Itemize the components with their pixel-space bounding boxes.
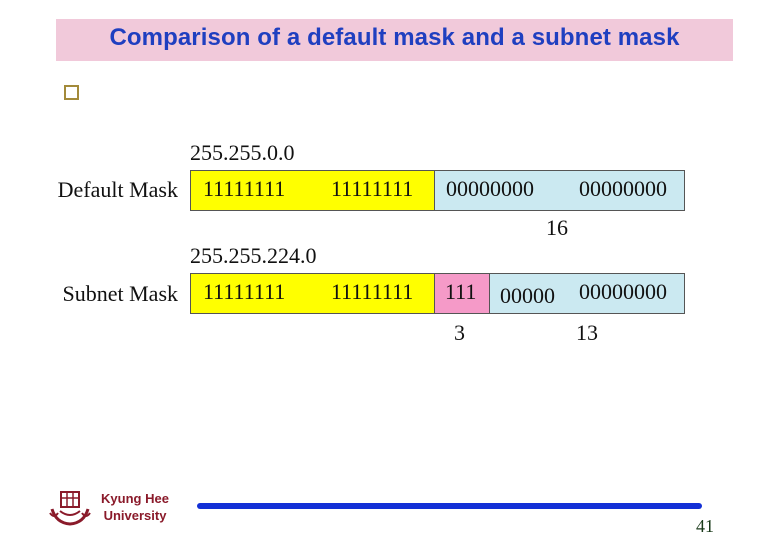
footer-divider-bar (197, 503, 702, 509)
subnet-host-bits: 00000 00000000 (489, 274, 684, 313)
default-octet-3: 00000000 (446, 176, 534, 201)
default-octet-4: 00000000 (579, 176, 667, 201)
subnet-octet-3-host-part: 00000 (500, 283, 555, 308)
subnet-mask-bits: 11111111 11111111 111 00000 00000000 (190, 273, 685, 314)
subnet-mask-label: Subnet Mask (62, 281, 179, 306)
subnet-octet-4: 00000000 (579, 279, 667, 304)
page-number: 41 (696, 516, 714, 536)
subnet-host-bit-count: 13 (576, 320, 598, 345)
subnet-network-bits: 11111111 11111111 (191, 274, 434, 313)
default-octet-2: 11111111 (331, 176, 414, 201)
university-name: Kyung Hee University (96, 490, 174, 524)
subnet-octet-1: 11111111 (203, 279, 286, 304)
slide-title: Comparison of a default mask and a subne… (109, 24, 680, 51)
subnet-bits: 111 (434, 274, 489, 313)
subnet-mask-dotted-decimal: 255.255.224.0 (190, 243, 317, 268)
subnet-octet-3-subnet-part: 111 (445, 279, 477, 304)
title-banner: Comparison of a default mask and a subne… (56, 19, 733, 61)
subnet-octet-2: 11111111 (331, 279, 414, 304)
university-name-line1: Kyung Hee (101, 491, 169, 506)
default-mask-dotted-decimal: 255.255.0.0 (190, 140, 295, 165)
default-network-bits: 11111111 11111111 (191, 171, 434, 210)
default-mask-bits: 11111111 11111111 00000000 00000000 (190, 170, 685, 211)
default-host-bits: 00000000 00000000 (434, 171, 684, 210)
default-host-bit-count: 16 (546, 215, 568, 240)
default-mask-label: Default Mask (57, 177, 178, 202)
default-octet-1: 11111111 (203, 176, 286, 201)
subnet-bit-count: 3 (454, 320, 465, 345)
university-name-line2: University (103, 508, 167, 523)
hollow-square-bullet-icon (64, 85, 79, 100)
university-emblem-icon (49, 491, 91, 526)
